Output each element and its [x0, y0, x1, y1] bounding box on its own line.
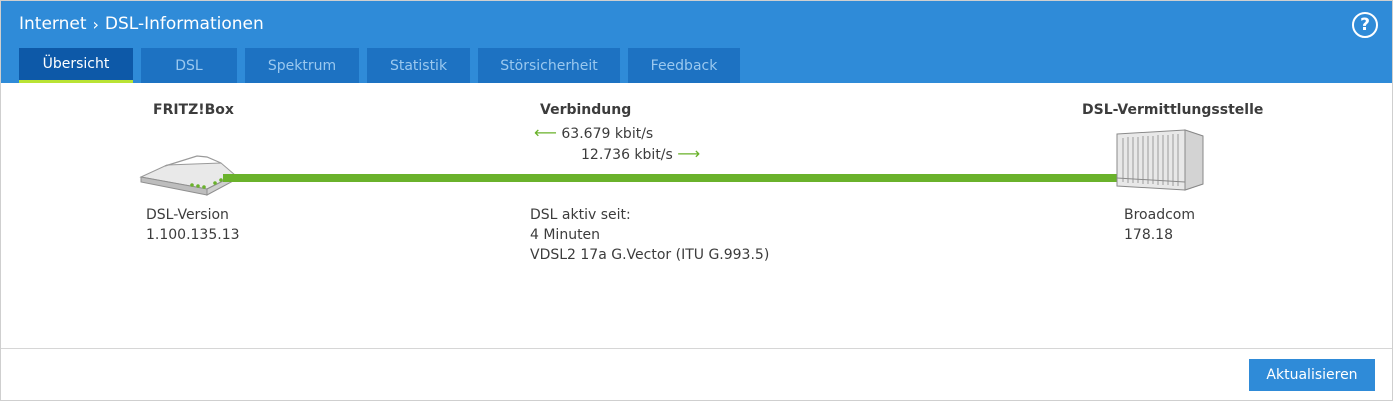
- dsl-mode: VDSL2 17a G.Vector (ITU G.993.5): [530, 247, 770, 263]
- header-bar: Internet › DSL-Informationen ? Übersicht…: [1, 1, 1392, 83]
- help-icon[interactable]: ?: [1352, 12, 1378, 38]
- upstream-rate: 12.736 kbit/s ⟶: [581, 144, 700, 163]
- breadcrumb-internet[interactable]: Internet: [19, 14, 87, 34]
- arrow-right-icon: ⟶: [677, 144, 701, 163]
- exchange-rack-icon: [1113, 126, 1205, 192]
- arrow-left-icon: ⟵: [534, 123, 557, 142]
- dsl-active-label: DSL aktiv seit:: [530, 207, 631, 223]
- dsl-active-duration: 4 Minuten: [530, 227, 601, 243]
- dsl-version-label: DSL-Version: [146, 207, 229, 223]
- dsl-info-panel: Internet › DSL-Informationen ? Übersicht…: [0, 0, 1393, 401]
- downstream-value: 63.679 kbit/s: [561, 126, 654, 142]
- footer-divider: [1, 348, 1392, 349]
- chevron-right-icon: ›: [92, 14, 99, 34]
- router-icon: [137, 153, 237, 198]
- dsl-version-value: 1.100.135.13: [146, 227, 240, 243]
- tab-uebersicht[interactable]: Übersicht: [19, 48, 133, 83]
- fritzbox-title: FRITZ!Box: [153, 102, 234, 118]
- tab-dsl[interactable]: DSL: [141, 48, 237, 83]
- exchange-title: DSL-Vermittlungsstelle: [1082, 102, 1264, 118]
- exchange-vendor: Broadcom: [1124, 207, 1195, 223]
- exchange-version: 178.18: [1124, 227, 1173, 243]
- tab-bar: Übersicht DSL Spektrum Statistik Störsic…: [19, 48, 740, 83]
- breadcrumb-dsl-informationen: DSL-Informationen: [104, 14, 264, 34]
- tab-stoersicherheit[interactable]: Störsicherheit: [478, 48, 620, 83]
- refresh-button[interactable]: Aktualisieren: [1249, 359, 1375, 391]
- tab-feedback[interactable]: Feedback: [628, 48, 740, 83]
- tab-statistik[interactable]: Statistik: [367, 48, 470, 83]
- connection-line: [223, 174, 1118, 182]
- upstream-value: 12.736 kbit/s: [581, 147, 673, 163]
- tab-spektrum[interactable]: Spektrum: [245, 48, 359, 83]
- downstream-rate: ⟵ 63.679 kbit/s: [534, 123, 653, 142]
- connection-title: Verbindung: [540, 102, 632, 118]
- breadcrumb: Internet › DSL-Informationen: [19, 14, 264, 34]
